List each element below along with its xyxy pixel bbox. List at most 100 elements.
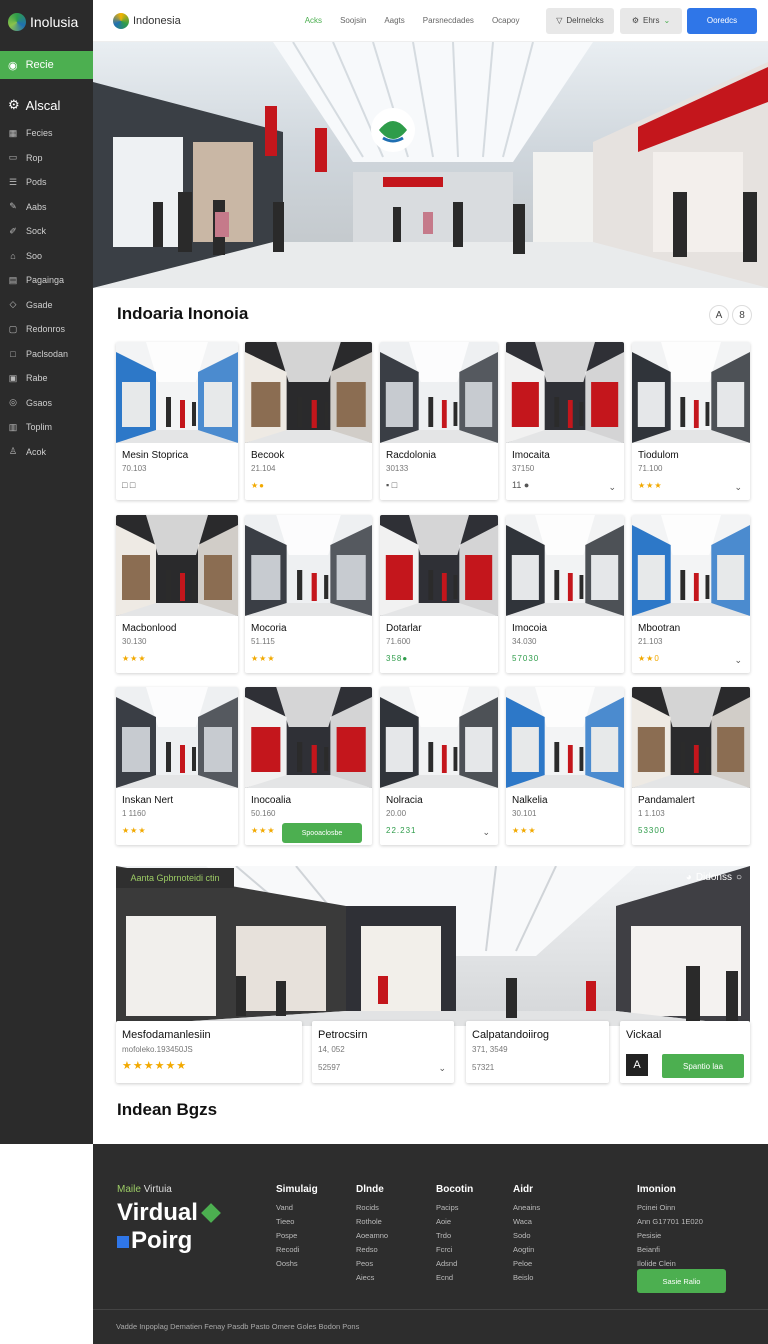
nav-link[interactable]: Soojsin <box>340 16 366 25</box>
store-sub: 71.600 <box>386 637 411 646</box>
sidebar-item[interactable]: ▦ Fecies <box>0 121 93 146</box>
banner-card[interactable]: Petrocsirn 14, 052 52597 ⌄ <box>312 1021 454 1083</box>
footer-link[interactable]: Pcinei Oinn <box>637 1201 703 1215</box>
sidebar-item[interactable]: ▤ Pagainga <box>0 268 93 293</box>
nav-link[interactable]: Ocapoy <box>492 16 520 25</box>
chevron-down-icon[interactable]: ⌄ <box>438 1063 446 1074</box>
store-card[interactable]: Racdolonia 30133 ▪ □ <box>380 342 498 500</box>
footer-link[interactable]: Tieeo <box>276 1215 318 1229</box>
store-name: Mbootran <box>638 623 681 634</box>
footer-link[interactable]: Ann G17701 1E020 <box>637 1215 703 1229</box>
nav-link[interactable]: Parsnecdades <box>423 16 474 25</box>
store-card[interactable]: Becook 21.104 ★● <box>245 342 372 500</box>
footer-link[interactable]: Vand <box>276 1201 318 1215</box>
store-sub: 30.130 <box>122 637 147 646</box>
store-name: Mocoria <box>251 623 287 634</box>
footer-link[interactable]: Fcrci <box>436 1243 473 1257</box>
sidebar-item[interactable]: ◇ Gsade <box>0 293 93 318</box>
store-card[interactable]: Tiodulom 71.100 ★★★ ⌄ <box>632 342 750 500</box>
footer-link[interactable]: Ooshs <box>276 1257 318 1271</box>
store-card[interactable]: Inocoalia 50.160 ★★★ Spooaclosbe <box>245 687 372 845</box>
footer-link[interactable]: Aneains <box>513 1201 540 1215</box>
sidebar-item[interactable]: ◎ Gsaos <box>0 391 93 416</box>
store-sub: 21.104 <box>251 464 276 473</box>
sidebar-item[interactable]: □ Paclsodan <box>0 342 93 367</box>
chevron-down-icon[interactable]: ⌄ <box>482 827 490 838</box>
footer-link[interactable]: Redso <box>356 1243 388 1257</box>
footer-link[interactable]: Adsnd <box>436 1257 473 1271</box>
footer-link[interactable]: Rocids <box>356 1201 388 1215</box>
sidebar-item-active[interactable]: ◉ Recie <box>0 51 93 79</box>
footer-button[interactable]: Sasie Ralio <box>637 1269 726 1293</box>
store-meta: ★★★ <box>122 654 147 663</box>
footer: Maile Virtuia Virdual Poirg Simulaig Vand… <box>93 1144 768 1344</box>
sidebar-brand[interactable]: Inolusia <box>0 0 93 44</box>
footer-link[interactable]: Waca <box>513 1215 540 1229</box>
chevron-down-icon[interactable]: ⌄ <box>608 482 616 493</box>
nav-link[interactable]: Acks <box>305 16 322 25</box>
store-card[interactable]: Imocoia 34.030 57030 <box>506 515 624 673</box>
filter-icon: ▽ <box>556 16 563 25</box>
sidebar-item[interactable]: ▥ Toplim <box>0 415 93 440</box>
footer-link[interactable]: Peloe <box>513 1257 540 1271</box>
store-card[interactable]: Inskan Nert 1 1160 ★★★ <box>116 687 238 845</box>
footer-link[interactable]: Beislo <box>513 1271 540 1285</box>
footer-link[interactable]: Recodi <box>276 1243 318 1257</box>
sidebar-item[interactable]: ▣ Rabe <box>0 366 93 391</box>
store-card[interactable]: Nalkelia 30.101 ★★★ <box>506 687 624 845</box>
footer-link[interactable]: Pesisie <box>637 1229 703 1243</box>
sidebar-item[interactable]: ♙ Acok <box>0 440 93 465</box>
topbar-brand[interactable]: Indonesia <box>113 12 181 29</box>
footer-link[interactable]: Pacips <box>436 1201 473 1215</box>
featured-banner[interactable]: Aanta Gpbrnoteidi ctin ◕ Didonss ○ <box>116 866 750 1026</box>
banner-card[interactable]: Mesfodamanlesiin mofoleko.193450JS ★★★★★… <box>116 1021 302 1083</box>
sidebar-item[interactable]: ▭ Rop <box>0 146 93 171</box>
options-dropdown[interactable]: ⚙ Ehrs ⌄ <box>620 7 682 34</box>
store-sub: 20.00 <box>386 809 407 818</box>
banner-card[interactable]: Calpatandoiirog 371, 3549 57321 <box>466 1021 609 1083</box>
store-name: Becook <box>251 450 285 461</box>
chevron-down-icon[interactable]: ⌄ <box>734 482 742 493</box>
store-card[interactable]: Mocoria 51.115 ★★★ <box>245 515 372 673</box>
footer-link[interactable]: Aogtin <box>513 1243 540 1257</box>
footer-brand-accent: Maile <box>117 1184 141 1195</box>
footer-link[interactable]: Ecnd <box>436 1271 473 1285</box>
share-button[interactable]: A <box>709 305 729 325</box>
banner-card-title: Vickaal <box>626 1029 662 1041</box>
nav-link[interactable]: Aagts <box>384 16 404 25</box>
footer-link[interactable]: Aiecs <box>356 1271 388 1285</box>
store-card[interactable]: Dotarlar 71.600 358● <box>380 515 498 673</box>
store-card[interactable]: Macbonlood 30.130 ★★★ <box>116 515 238 673</box>
footer-link[interactable]: Sodo <box>513 1229 540 1243</box>
store-card[interactable]: Mbootran 21.103 ★★0 ⌄ <box>632 515 750 673</box>
chevron-down-icon[interactable]: ⌄ <box>734 655 742 666</box>
bookmark-button[interactable]: 8 <box>732 305 752 325</box>
primary-action-button[interactable]: Ooredcs <box>687 7 757 34</box>
sidebar-item[interactable]: ☰ Pods <box>0 170 93 195</box>
banner-card[interactable]: Vickaal A Spantio laa <box>620 1021 750 1083</box>
footer-link[interactable]: Peos <box>356 1257 388 1271</box>
filter-button[interactable]: ▽ Delrnelcks <box>546 7 614 34</box>
store-card[interactable]: Imocaita 37150 11 ● ⌄ <box>506 342 624 500</box>
mall-hero-illustration <box>93 42 768 288</box>
store-thumbnail <box>116 515 238 616</box>
footer-link[interactable]: Beianfi <box>637 1243 703 1257</box>
footer-link[interactable]: Pospe <box>276 1229 318 1243</box>
store-card[interactable]: Pandamalert 1 1.103 53300 <box>632 687 750 845</box>
store-card[interactable]: Mesin Stoprica 70.103 □ □ <box>116 342 238 500</box>
sidebar-item[interactable]: ✐ Sock <box>0 219 93 244</box>
footer-link[interactable]: Aoie <box>436 1215 473 1229</box>
footer-link[interactable]: Trdo <box>436 1229 473 1243</box>
banner-card-button[interactable]: Spantio laa <box>662 1054 744 1078</box>
sidebar-item[interactable]: ⌂ Soo <box>0 244 93 269</box>
sidebar-item[interactable]: ▢ Redonros <box>0 317 93 342</box>
folder-icon: ▭ <box>8 152 18 163</box>
store-card[interactable]: Nolracia 20.00 22.231 ⌄ <box>380 687 498 845</box>
sidebar-item[interactable]: ✎ Aabs <box>0 195 93 220</box>
store-card-button[interactable]: Spooaclosbe <box>282 823 362 843</box>
store-meta: 11 ● <box>512 480 530 490</box>
footer-link[interactable]: Rothole <box>356 1215 388 1229</box>
footer-bottom-links[interactable]: Vadde Inpoplag Dematien Fenay Pasdb Past… <box>93 1309 768 1331</box>
footer-link[interactable]: Aoeamno <box>356 1229 388 1243</box>
banner-mall-illustration <box>116 866 750 1026</box>
